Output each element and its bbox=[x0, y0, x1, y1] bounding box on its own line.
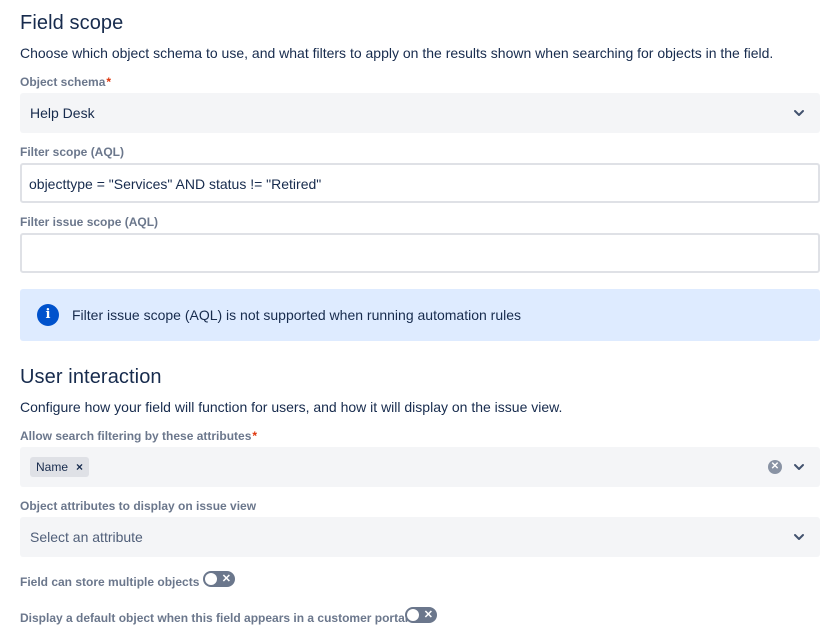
user-interaction-description: Configure how your field will function f… bbox=[20, 399, 563, 415]
close-icon: ✕ bbox=[221, 573, 231, 585]
multiple-objects-label: Field can store multiple objects bbox=[20, 575, 200, 589]
object-schema-select[interactable]: Help Desk bbox=[20, 93, 820, 133]
display-attributes-placeholder: Select an attribute bbox=[30, 529, 143, 545]
required-marker: * bbox=[106, 75, 112, 89]
object-schema-label: Object schema* bbox=[20, 75, 111, 89]
field-scope-heading: Field scope bbox=[20, 12, 124, 34]
info-banner-text: Filter issue scope (AQL) is not supporte… bbox=[72, 307, 522, 323]
close-icon: ✕ bbox=[423, 609, 433, 621]
object-schema-label-text: Object schema bbox=[20, 75, 106, 89]
object-schema-value: Help Desk bbox=[30, 105, 95, 121]
search-filtering-label-text: Allow search filtering by these attribut… bbox=[20, 429, 252, 443]
info-icon: i bbox=[37, 304, 59, 326]
toggle-knob bbox=[407, 609, 419, 621]
field-scope-description: Choose which object schema to use, and w… bbox=[20, 45, 774, 61]
display-attributes-select[interactable]: Select an attribute bbox=[20, 517, 820, 557]
default-object-label: Display a default object when this field… bbox=[20, 611, 409, 625]
filter-scope-label: Filter scope (AQL) bbox=[20, 145, 125, 159]
filter-issue-scope-input[interactable] bbox=[20, 233, 820, 273]
toggle-knob bbox=[205, 573, 217, 585]
default-object-toggle[interactable]: ✕ bbox=[405, 607, 437, 623]
attribute-tag-label: Name bbox=[36, 460, 69, 474]
user-interaction-heading: User interaction bbox=[20, 366, 162, 388]
chevron-down-icon bbox=[794, 534, 804, 540]
filter-issue-scope-label: Filter issue scope (AQL) bbox=[20, 215, 159, 229]
search-filtering-select[interactable]: Name × ✕ bbox=[20, 447, 820, 487]
clear-icon[interactable]: ✕ bbox=[768, 460, 782, 474]
required-marker: * bbox=[252, 429, 258, 443]
info-banner: i Filter issue scope (AQL) is not suppor… bbox=[20, 289, 820, 341]
tag-remove-icon[interactable]: × bbox=[76, 460, 83, 474]
attribute-tag: Name × bbox=[30, 457, 90, 477]
chevron-down-icon bbox=[794, 464, 804, 470]
search-filtering-label: Allow search filtering by these attribut… bbox=[20, 429, 257, 443]
filter-scope-input[interactable]: objecttype = "Services" AND status != "R… bbox=[20, 163, 820, 203]
filter-scope-value: objecttype = "Services" AND status != "R… bbox=[29, 176, 322, 192]
multiple-objects-toggle[interactable]: ✕ bbox=[203, 571, 235, 587]
chevron-down-icon bbox=[794, 110, 804, 116]
display-attributes-label: Object attributes to display on issue vi… bbox=[20, 499, 257, 513]
